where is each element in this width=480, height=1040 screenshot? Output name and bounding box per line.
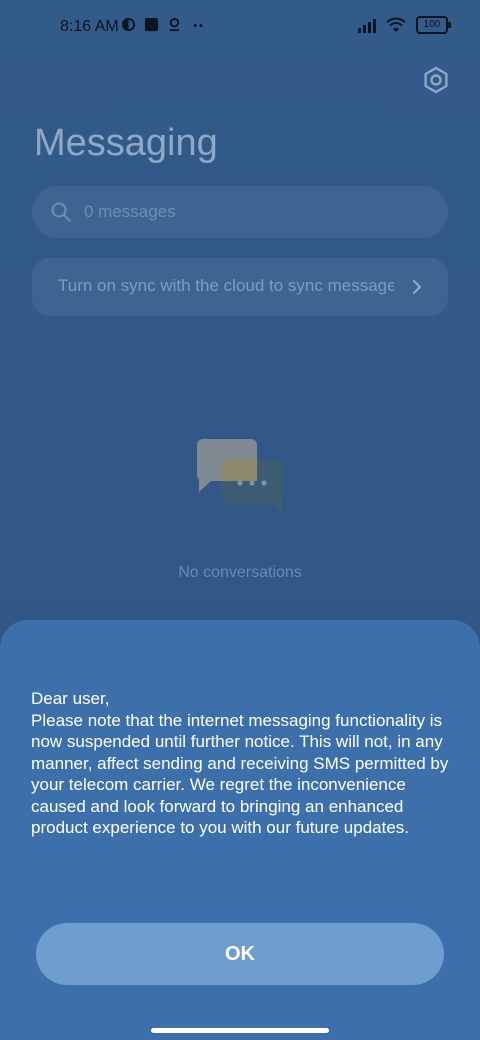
app-circle-icon <box>121 17 136 32</box>
empty-state-text: No conversations <box>178 564 302 581</box>
status-notification-icons <box>121 17 208 32</box>
chat-bubbles-icon <box>197 439 283 514</box>
search-input[interactable]: 0 messages <box>32 186 448 238</box>
square-icon <box>144 17 159 32</box>
cloud-sync-banner[interactable]: Turn on sync with the cloud to sync mess… <box>32 258 448 316</box>
more-dots-icon <box>193 23 203 27</box>
ok-button[interactable]: OK <box>36 923 444 985</box>
wifi-icon <box>386 17 406 32</box>
signal-icon <box>358 17 376 33</box>
sync-banner-text: Turn on sync with the cloud to sync mess… <box>58 276 394 295</box>
status-bar: 8:16 AM 100 <box>0 0 480 56</box>
dialog-message: Dear user, Please note that the internet… <box>31 689 449 837</box>
search-placeholder: 0 messages <box>84 202 176 221</box>
battery-icon: 100 <box>416 16 451 34</box>
search-icon <box>51 202 71 222</box>
app-screen: 8:16 AM 100 Messaging 0 messages Turn on… <box>0 0 480 1040</box>
chevron-right-icon <box>412 279 422 295</box>
notice-dialog: Dear user, Please note that the internet… <box>0 620 480 1040</box>
status-system-icons: 100 <box>358 16 451 34</box>
home-indicator[interactable] <box>151 1028 329 1033</box>
gear-icon[interactable] <box>420 64 452 96</box>
status-time: 8:16 AM <box>60 18 119 35</box>
location-pin-icon <box>169 17 180 32</box>
page-title: Messaging <box>34 122 218 164</box>
